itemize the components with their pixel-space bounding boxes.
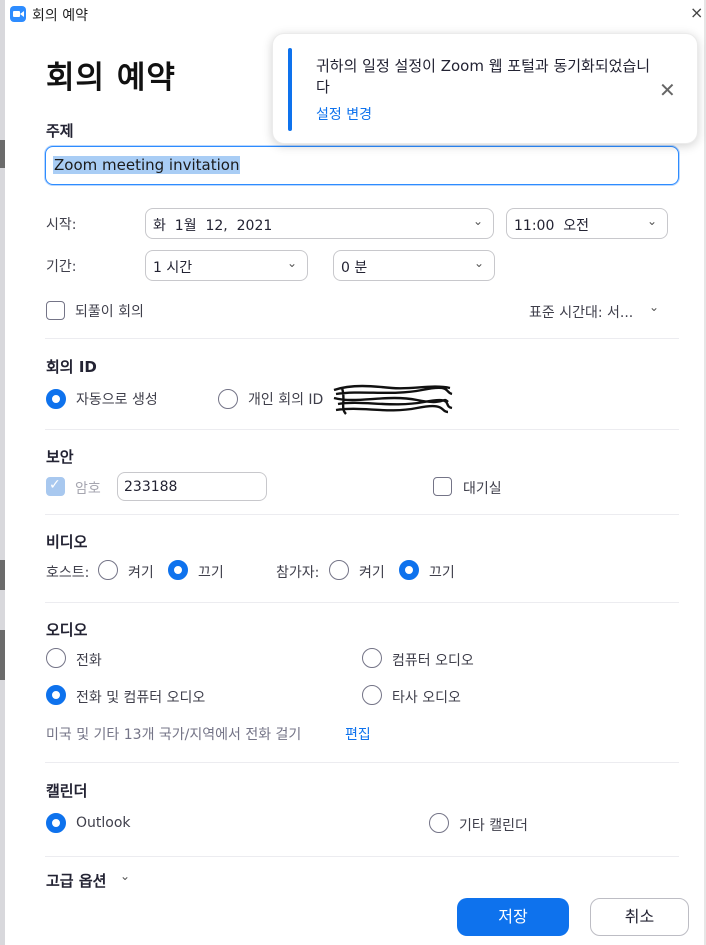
start-label: 시작: — [46, 217, 77, 233]
window-close-icon[interactable]: × — [690, 3, 703, 22]
calendar-outlook-label: Outlook — [76, 815, 131, 831]
audio-both-label: 전화 및 컴퓨터 오디오 — [76, 690, 206, 706]
recurring-checkbox[interactable] — [46, 301, 65, 320]
video-title: 비디오 — [46, 533, 88, 551]
meeting-id-personal-label: 개인 회의 ID — [248, 392, 324, 408]
start-time-dropdown[interactable]: 11:00 오전 ⌄ — [506, 208, 668, 239]
calendar-outlook-radio[interactable] — [46, 813, 66, 833]
chevron-down-icon: ⌄ — [286, 256, 297, 270]
duration-hours-value: 1 시간 — [153, 260, 193, 276]
duration-minutes-value: 0 분 — [341, 260, 368, 276]
audio-third-party-radio[interactable] — [362, 685, 382, 705]
divider — [45, 762, 679, 763]
meeting-id-personal-radio[interactable] — [218, 389, 238, 409]
meeting-id-auto-radio[interactable] — [46, 389, 66, 409]
start-date-value: 화 1월 12, 2021 — [153, 218, 273, 234]
page-title: 회의 예약 — [46, 60, 176, 96]
calendar-other-radio[interactable] — [429, 813, 449, 833]
waiting-room-label: 대기실 — [463, 481, 502, 497]
topic-label: 주제 — [46, 122, 74, 140]
topic-input-value: Zoom meeting invitation — [53, 156, 241, 174]
password-checkbox[interactable] — [46, 477, 65, 496]
audio-phone-label: 전화 — [76, 653, 102, 669]
meeting-id-auto-label: 자동으로 생성 — [76, 392, 158, 408]
background-window-edge — [0, 0, 5, 945]
duration-hours-dropdown[interactable]: 1 시간 ⌄ — [145, 250, 308, 281]
security-title: 보안 — [46, 448, 74, 466]
duration-minutes-dropdown[interactable]: 0 분 ⌄ — [333, 250, 495, 281]
video-host-on-radio[interactable] — [98, 560, 118, 580]
audio-both-radio[interactable] — [46, 685, 66, 705]
zoom-camera-icon — [10, 6, 26, 22]
divider — [45, 856, 679, 857]
divider — [45, 602, 679, 603]
start-date-dropdown[interactable]: 화 1월 12, 2021 ⌄ — [145, 208, 494, 239]
notification-message: 귀하의 일정 설정이 Zoom 웹 포털과 동기화되었습니다 — [316, 57, 651, 96]
video-host-off-radio[interactable] — [168, 560, 188, 580]
chevron-down-icon: ⌄ — [646, 214, 657, 228]
video-host-label: 호스트: — [46, 565, 90, 581]
video-participant-off-label: 끄기 — [429, 565, 455, 581]
calendar-title: 캘린더 — [46, 782, 88, 800]
dialin-edit-link[interactable]: 편집 — [345, 724, 371, 744]
chevron-down-icon[interactable]: ⌄ — [120, 869, 130, 883]
audio-computer-radio[interactable] — [362, 648, 382, 668]
sync-notification: 귀하의 일정 설정이 Zoom 웹 포털과 동기화되었습니다 설정 변경 ✕ — [272, 33, 698, 144]
title-bar — [5, 0, 704, 28]
chevron-down-icon[interactable]: ⌄ — [649, 300, 659, 314]
close-icon[interactable]: ✕ — [659, 78, 676, 102]
topic-input[interactable]: Zoom meeting invitation — [45, 146, 679, 185]
video-participant-off-radio[interactable] — [399, 560, 419, 580]
divider — [45, 514, 679, 515]
audio-title: 오디오 — [46, 621, 88, 639]
advanced-options-toggle[interactable]: 고급 옵션 — [46, 870, 106, 891]
timezone-dropdown[interactable]: 표준 시간대: 서... — [529, 302, 633, 322]
video-participant-label: 참가자: — [276, 565, 320, 581]
meeting-id-title: 회의 ID — [46, 358, 97, 376]
audio-third-party-label: 타사 오디오 — [392, 690, 461, 706]
recurring-label: 되풀이 회의 — [75, 304, 144, 320]
password-value: 233188 — [124, 479, 178, 495]
save-button[interactable]: 저장 — [457, 898, 569, 936]
video-host-on-label: 켜기 — [128, 565, 154, 581]
divider — [45, 429, 679, 430]
password-input[interactable]: 233188 — [117, 472, 267, 501]
video-host-off-label: 끄기 — [198, 565, 224, 581]
start-time-value: 11:00 오전 — [514, 218, 590, 234]
redaction-scribble — [333, 384, 453, 415]
video-participant-on-radio[interactable] — [329, 560, 349, 580]
duration-label: 기간: — [46, 259, 77, 275]
password-label: 암호 — [75, 481, 101, 497]
window-title: 회의 예약 — [32, 8, 88, 24]
dialin-note: 미국 및 기타 13개 국가/지역에서 전화 걸기 — [46, 727, 302, 743]
waiting-room-checkbox[interactable] — [433, 477, 452, 496]
notification-accent-bar — [288, 48, 292, 131]
cancel-button[interactable]: 취소 — [590, 898, 689, 936]
calendar-other-label: 기타 캘린더 — [459, 818, 528, 834]
audio-phone-radio[interactable] — [46, 648, 66, 668]
chevron-down-icon: ⌄ — [472, 214, 483, 228]
chevron-down-icon: ⌄ — [473, 256, 484, 270]
divider — [45, 338, 679, 339]
video-participant-on-label: 켜기 — [359, 565, 385, 581]
audio-computer-label: 컴퓨터 오디오 — [392, 653, 474, 669]
change-settings-link[interactable]: 설정 변경 — [316, 104, 372, 124]
